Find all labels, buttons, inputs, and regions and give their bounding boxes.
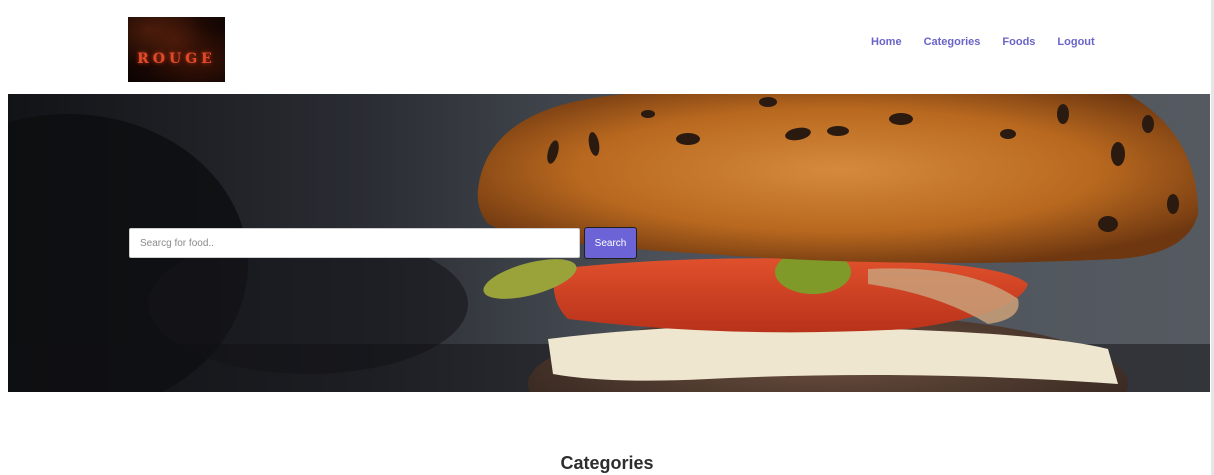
categories-heading: Categories [560, 453, 654, 473]
search-input[interactable] [129, 228, 580, 258]
site-header: ROUGE Home Categories Foods Logout [0, 0, 1214, 94]
logo[interactable]: ROUGE [128, 17, 225, 82]
search-button[interactable]: Search [584, 227, 637, 259]
page: ROUGE Home Categories Foods Logout Searc… [0, 0, 1214, 475]
logo-background [128, 17, 225, 82]
main-nav: Home Categories Foods Logout [871, 36, 1117, 48]
nav-link-logout[interactable]: Logout [1057, 36, 1094, 48]
nav-link-categories[interactable]: Categories [924, 36, 981, 48]
nav-link-home[interactable]: Home [871, 36, 902, 48]
hero-banner: Search [8, 94, 1210, 392]
logo-text: ROUGE [137, 51, 216, 67]
nav-link-foods[interactable]: Foods [1002, 36, 1035, 48]
